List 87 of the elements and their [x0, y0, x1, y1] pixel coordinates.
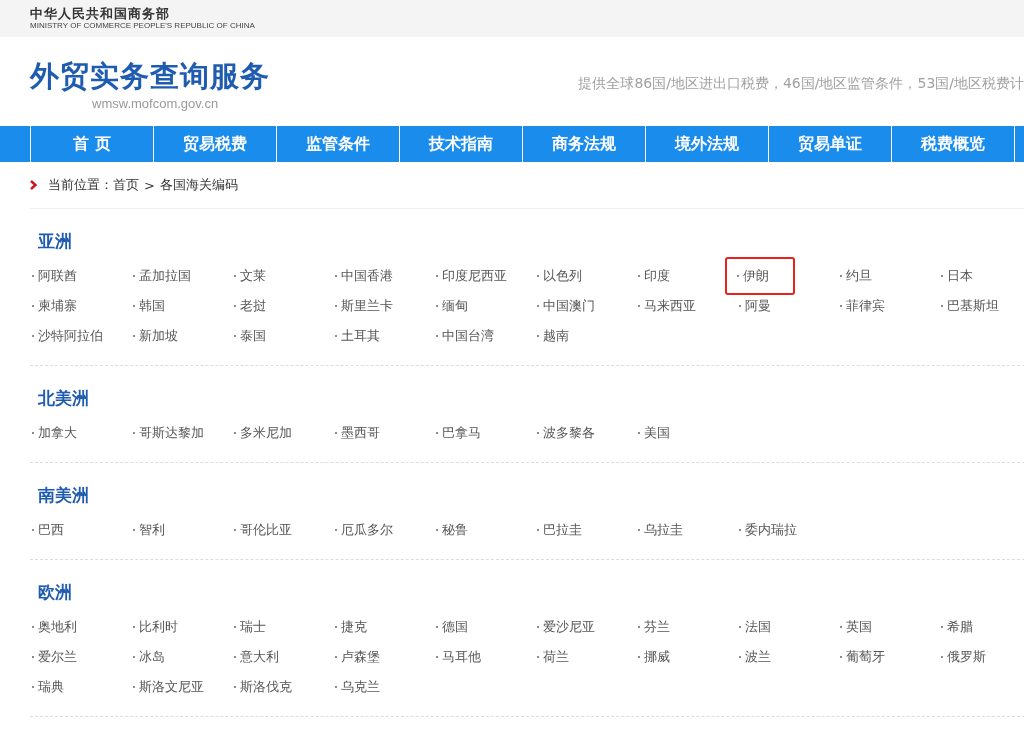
country-link[interactable]: 法国	[737, 616, 773, 638]
country-link[interactable]: 阿联酋	[30, 265, 79, 287]
country-link[interactable]: 日本	[939, 265, 975, 287]
region-heading: 亚洲	[38, 230, 73, 253]
country-link[interactable]: 斯洛文尼亚	[131, 676, 206, 698]
country-link[interactable]: 葡萄牙	[838, 646, 887, 668]
country-link[interactable]: 多米尼加	[232, 422, 294, 444]
country-link[interactable]: 爱尔兰	[30, 646, 79, 668]
country-link[interactable]: 伊朗	[725, 257, 795, 295]
country-link[interactable]: 意大利	[232, 646, 281, 668]
country-link[interactable]: 瑞典	[30, 676, 66, 698]
country-link[interactable]: 马来西亚	[636, 295, 698, 317]
country-link[interactable]: 卢森堡	[333, 646, 382, 668]
country-link[interactable]: 乌克兰	[333, 676, 382, 698]
country-link[interactable]: 荷兰	[535, 646, 571, 668]
country-link[interactable]: 斯里兰卡	[333, 295, 395, 317]
country-link[interactable]: 乌拉圭	[636, 519, 685, 541]
country-link[interactable]: 孟加拉国	[131, 265, 193, 287]
country-link[interactable]: 捷克	[333, 616, 369, 638]
country-link[interactable]: 比利时	[131, 616, 180, 638]
nav-item[interactable]: 境外法规	[645, 126, 768, 162]
country-link[interactable]: 智利	[131, 519, 167, 541]
region-heading: 欧洲	[38, 581, 73, 604]
country-link[interactable]: 爱沙尼亚	[535, 616, 597, 638]
country-link[interactable]: 秘鲁	[434, 519, 470, 541]
country-link[interactable]: 缅甸	[434, 295, 470, 317]
nav-item[interactable]: 商务法规	[522, 126, 645, 162]
country-link[interactable]: 波多黎各	[535, 422, 597, 444]
country-link[interactable]: 美国	[636, 422, 672, 444]
country-link[interactable]: 冰岛	[131, 646, 167, 668]
nav-item[interactable]: 税费概览	[891, 126, 1015, 162]
country-link[interactable]: 哥伦比亚	[232, 519, 294, 541]
country-link[interactable]: 文莱	[232, 265, 268, 287]
country-link[interactable]: 土耳其	[333, 325, 382, 347]
country-link[interactable]: 新加坡	[131, 325, 180, 347]
ministry-name: 中华人民共和国商务部	[30, 6, 171, 21]
country-link[interactable]: 柬埔寨	[30, 295, 79, 317]
region-heading: 北美洲	[38, 387, 90, 410]
country-link[interactable]: 挪威	[636, 646, 672, 668]
country-link[interactable]: 俄罗斯	[939, 646, 988, 668]
country-link[interactable]: 委内瑞拉	[737, 519, 799, 541]
country-link[interactable]: 韩国	[131, 295, 167, 317]
country-link[interactable]: 老挝	[232, 295, 268, 317]
country-link[interactable]: 中国澳门	[535, 295, 597, 317]
country-link[interactable]: 哥斯达黎加	[131, 422, 206, 444]
country-link[interactable]: 沙特阿拉伯	[30, 325, 105, 347]
country-link[interactable]: 加拿大	[30, 422, 79, 444]
country-link[interactable]: 奥地利	[30, 616, 79, 638]
country-link[interactable]: 波兰	[737, 646, 773, 668]
country-link[interactable]: 巴西	[30, 519, 66, 541]
country-link[interactable]: 巴拉圭	[535, 519, 584, 541]
nav-item[interactable]: 技术指南	[399, 126, 522, 162]
breadcrumb-home-link[interactable]: 首页	[113, 176, 139, 194]
breadcrumb-label: 当前位置：	[48, 176, 113, 194]
nav-item[interactable]: 贸易单证	[768, 126, 891, 162]
site-title: 外贸实务查询服务	[30, 58, 270, 95]
country-link[interactable]: 芬兰	[636, 616, 672, 638]
country-link[interactable]: 阿曼	[737, 295, 773, 317]
nav-item[interactable]: 贸易税费	[153, 126, 276, 162]
chevron-icon	[30, 180, 37, 190]
breadcrumb-current: 各国海关编码	[159, 176, 238, 194]
country-link[interactable]: 希腊	[939, 616, 975, 638]
nav-item[interactable]: 首 页	[30, 126, 153, 162]
country-link[interactable]: 斯洛伐克	[232, 676, 294, 698]
country-link[interactable]: 约旦	[838, 265, 874, 287]
nav-item[interactable]: 监管条件	[276, 126, 399, 162]
region-heading: 南美洲	[38, 484, 90, 507]
country-link[interactable]: 墨西哥	[333, 422, 382, 444]
country-link[interactable]: 巴拿马	[434, 422, 483, 444]
country-link[interactable]: 德国	[434, 616, 470, 638]
country-link[interactable]: 中国台湾	[434, 325, 496, 347]
country-link[interactable]: 英国	[838, 616, 874, 638]
country-link[interactable]: 印度	[636, 265, 672, 287]
ministry-english-name: MINISTRY OF COMMERCE PEOPLE'S REPUBLIC OF CHINA	[30, 21, 255, 31]
country-link[interactable]: 菲律宾	[838, 295, 887, 317]
country-link[interactable]: 越南	[535, 325, 571, 347]
country-link[interactable]: 泰国	[232, 325, 268, 347]
site-domain: wmsw.mofcom.gov.cn	[92, 95, 219, 113]
breadcrumb-separator: >	[144, 177, 155, 193]
country-link[interactable]: 中国香港	[333, 265, 395, 287]
site-slogan: 提供全球86国/地区进出口税费，46国/地区监管条件，53国/地区税费计	[578, 74, 1024, 93]
country-link[interactable]: 马耳他	[434, 646, 483, 668]
country-link[interactable]: 巴基斯坦	[939, 295, 1001, 317]
country-link[interactable]: 以色列	[535, 265, 584, 287]
country-link[interactable]: 瑞士	[232, 616, 268, 638]
country-link[interactable]: 印度尼西亚	[434, 265, 509, 287]
country-link[interactable]: 厄瓜多尔	[333, 519, 395, 541]
